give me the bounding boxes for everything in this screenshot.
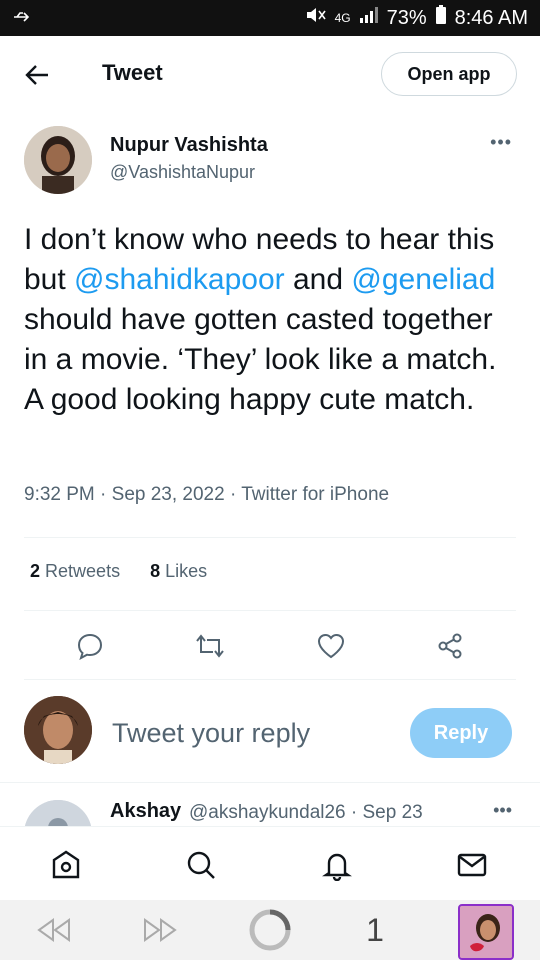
home-icon[interactable] [46, 845, 86, 885]
bottom-tab-bar [0, 826, 540, 901]
status-bar: 4G 73% 8:46 AM [0, 0, 540, 36]
retweets-stat[interactable]: 2 Retweets [30, 561, 120, 582]
loading-spinner-icon[interactable] [248, 908, 292, 952]
tweet-text-part: should have gotten casted together in a … [24, 303, 497, 416]
share-icon[interactable] [430, 626, 470, 666]
battery-icon [435, 5, 447, 31]
search-icon[interactable] [181, 845, 221, 885]
user-avatar [24, 696, 92, 764]
profile-thumbnail[interactable] [458, 904, 514, 960]
mention-link[interactable]: @geneliad [351, 263, 495, 296]
signal-icon [359, 6, 379, 30]
divider [24, 610, 516, 611]
tweet-stats: 2 Retweets 8 Likes [30, 561, 207, 582]
reply-input[interactable]: Tweet your reply [112, 718, 310, 749]
messages-mail-icon[interactable] [452, 845, 492, 885]
battery-percent: 73% [386, 6, 427, 29]
divider [24, 679, 516, 680]
more-options-icon[interactable]: ••• [493, 800, 512, 821]
reply-button[interactable]: Reply [410, 708, 512, 758]
retweet-icon[interactable] [190, 626, 230, 666]
notifications-bell-icon[interactable] [317, 845, 357, 885]
retweets-label: Retweets [45, 561, 121, 581]
tweet-text: I don’t know who needs to hear this but … [24, 220, 514, 420]
mute-icon [305, 6, 327, 30]
browser-bar: 1 [0, 900, 540, 960]
reply-author-handle-date[interactable]: @akshaykundal26 · Sep 23 [189, 802, 423, 824]
author-name[interactable]: Nupur Vashishta [110, 134, 268, 157]
tweet-text-part: and [284, 263, 352, 296]
tweet-meta: 9:32 PM · Sep 23, 2022 · Twitter for iPh… [24, 484, 390, 505]
tweet-actions [24, 626, 516, 666]
likes-label: Likes [165, 561, 208, 581]
likes-count: 8 [150, 561, 161, 581]
back-arrow-icon[interactable] [20, 58, 54, 92]
browser-forward-icon[interactable] [140, 908, 180, 952]
author-handle[interactable]: @VashishtaNupur [110, 162, 255, 183]
more-options-icon[interactable]: ••• [490, 132, 512, 153]
likes-stat[interactable]: 8 Likes [150, 561, 207, 582]
mention-link[interactable]: @shahidkapoor [74, 263, 285, 296]
reply-icon[interactable] [70, 626, 110, 666]
open-app-button[interactable]: Open app [381, 52, 517, 96]
top-bar: Tweet Open app [0, 36, 540, 112]
browser-back-icon[interactable] [34, 908, 74, 952]
retweets-count: 2 [30, 561, 41, 581]
usb-icon [12, 10, 32, 27]
divider [0, 782, 540, 783]
reply-composer: Tweet your reply Reply [24, 696, 516, 766]
divider [24, 537, 516, 538]
like-heart-icon[interactable] [311, 626, 351, 666]
tab-count[interactable]: 1 [360, 908, 390, 952]
tweet-author: Nupur Vashishta @VashishtaNupur ••• [24, 126, 516, 198]
author-avatar[interactable] [24, 126, 92, 194]
network-type-label: 4G [334, 11, 351, 25]
clock: 8:46 AM [454, 6, 528, 29]
reply-preview[interactable]: Akshay @akshaykundal26 · Sep 23 ••• [24, 798, 516, 868]
page-title: Tweet [102, 60, 163, 85]
reply-author-name[interactable]: Akshay [110, 800, 181, 823]
